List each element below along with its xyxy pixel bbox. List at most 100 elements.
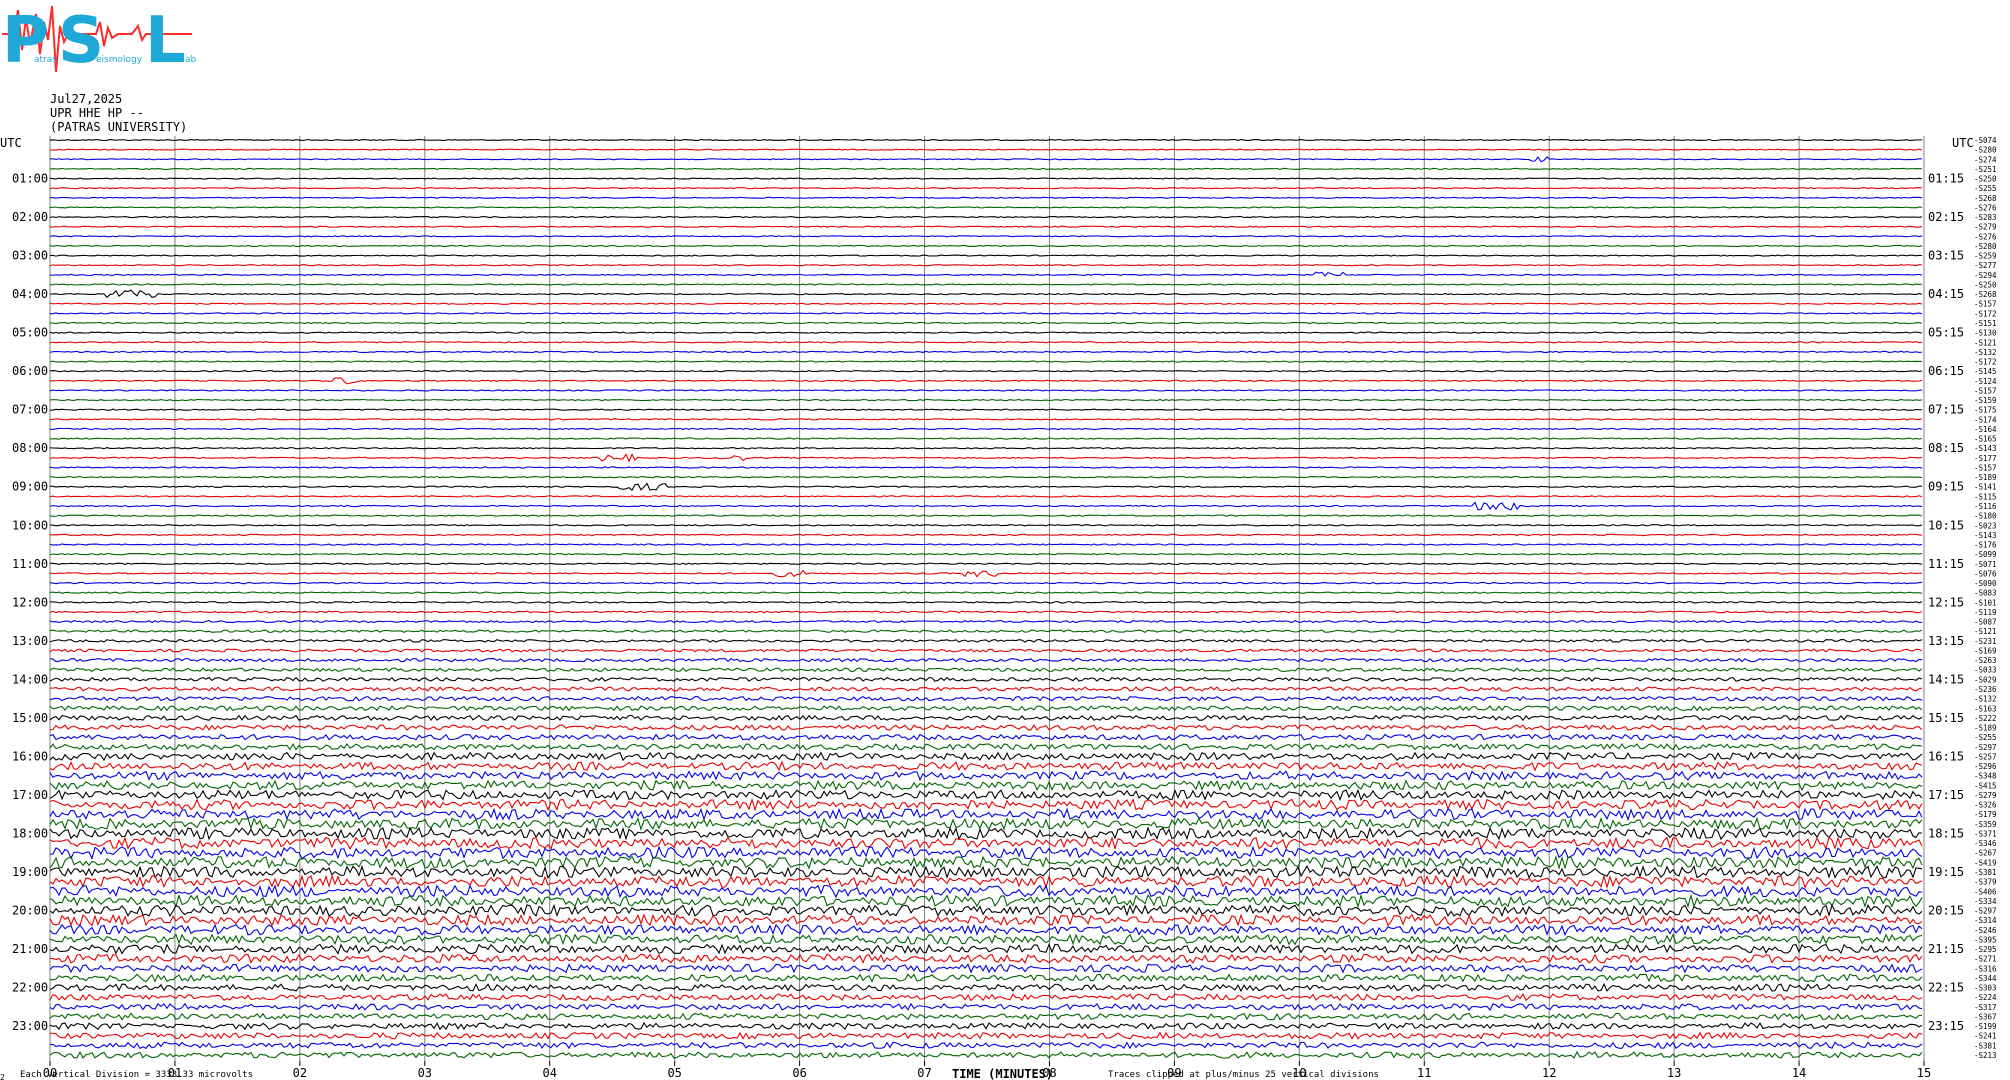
trace-offset-label: -S276 — [1974, 232, 1997, 241]
x-tick-label: 12 — [1542, 1066, 1556, 1080]
trace-line — [49, 562, 1923, 565]
trace-line — [49, 302, 1923, 305]
trace-offset-label: -S415 — [1974, 781, 1997, 790]
left-hour-label: 21:00 — [12, 942, 48, 956]
trace-offset-label: -S251 — [1974, 165, 1997, 174]
trace-offset-label: -S231 — [1974, 637, 1997, 646]
trace-line — [49, 187, 1923, 190]
left-hour-label: 09:00 — [12, 480, 48, 494]
x-axis-title: TIME (MINUTES) — [952, 1067, 1053, 1080]
trace-offset-label: -S250 — [1974, 175, 1997, 184]
right-hour-label: 05:15 — [1928, 326, 1964, 340]
trace-offset-label: -S257 — [1974, 752, 1997, 761]
trace-offset-label: -S174 — [1974, 415, 1997, 424]
trace-offset-label: -S381 — [1974, 1041, 1997, 1050]
trace-line — [49, 341, 1923, 344]
right-hour-label: 23:15 — [1928, 1019, 1964, 1033]
trace-line — [49, 501, 1923, 511]
station-code: UPR HHE HP -- — [50, 106, 144, 120]
trace-offset-labels: -S074-S280-S274-S251-S250-S255-S268-S276… — [1974, 136, 1997, 1060]
trace-line — [49, 963, 1923, 974]
right-hour-label: 11:15 — [1928, 557, 1964, 571]
trace-line — [49, 993, 1923, 1002]
trace-line — [49, 638, 1923, 643]
trace-offset-label: -S151 — [1974, 319, 1997, 328]
trace-line — [49, 148, 1923, 151]
right-hour-label: 07:15 — [1928, 403, 1964, 417]
trace-offset-label: -S130 — [1974, 329, 1997, 338]
trace-line — [49, 389, 1923, 392]
right-hour-label: 21:15 — [1928, 942, 1964, 956]
trace-line — [49, 196, 1923, 199]
trace-offset-label: -S255 — [1974, 733, 1997, 742]
trace-offset-label: -S359 — [1974, 820, 1997, 829]
trace-line — [49, 816, 1923, 832]
seismic-traces — [49, 138, 1923, 1059]
plot-date: Jul27,2025 — [50, 92, 122, 106]
x-tick-label: 11 — [1417, 1066, 1431, 1080]
trace-line — [49, 524, 1923, 527]
trace-line — [49, 1012, 1923, 1021]
left-hour-label: 18:00 — [12, 826, 48, 840]
trace-offset-label: -S334 — [1974, 897, 1997, 906]
right-hour-label: 02:15 — [1928, 210, 1964, 224]
trace-line — [49, 360, 1923, 363]
left-hour-label: 07:00 — [12, 403, 48, 417]
trace-line — [49, 807, 1923, 822]
trace-line — [49, 826, 1923, 841]
trace-offset-label: -S259 — [1974, 252, 1997, 261]
trace-line — [49, 475, 1923, 479]
left-hour-label: 10:00 — [12, 518, 48, 532]
trace-line — [49, 845, 1923, 860]
psl-logo: P S L atras eismology ab — [2, 4, 197, 78]
trace-offset-label: -S371 — [1974, 829, 1997, 838]
right-hour-labels: 01:15 02:15 03:15 04:15 05:15 06:15 07:15 08:15… — [1928, 172, 1964, 1034]
trace-offset-label: -S033 — [1974, 666, 1997, 675]
trace-offset-label: -S406 — [1974, 887, 1997, 896]
left-hour-label: 02:00 — [12, 210, 48, 224]
trace-line — [49, 447, 1923, 450]
trace-line — [49, 864, 1923, 880]
left-hour-label: 13:00 — [12, 634, 48, 648]
trace-offset-label: -S213 — [1974, 1051, 1997, 1060]
trace-line — [49, 466, 1923, 469]
trace-offset-label: -S296 — [1974, 762, 1997, 771]
trace-offset-label: -S172 — [1974, 358, 1997, 367]
trace-offset-label: -S263 — [1974, 656, 1997, 665]
trace-line — [49, 408, 1923, 411]
trace-line — [49, 942, 1923, 955]
trace-offset-label: -S268 — [1974, 194, 1997, 203]
trace-offset-label: -S145 — [1974, 367, 1997, 376]
left-hour-label: 14:00 — [12, 672, 48, 686]
trace-offset-label: -S295 — [1974, 945, 1997, 954]
trace-offset-label: -S271 — [1974, 955, 1997, 964]
trace-line — [49, 533, 1923, 537]
trace-offset-label: -S246 — [1974, 926, 1997, 935]
trace-offset-label: -S283 — [1974, 213, 1997, 222]
trace-offset-label: -S143 — [1974, 531, 1997, 540]
left-hour-label: 20:00 — [12, 904, 48, 918]
trace-offset-label: -S379 — [1974, 878, 1997, 887]
trace-offset-label: -S121 — [1974, 627, 1997, 636]
right-hour-label: 14:15 — [1928, 672, 1964, 686]
trace-line — [49, 177, 1923, 180]
trace-offset-label: -S381 — [1974, 868, 1997, 877]
trace-line — [49, 156, 1923, 163]
right-hour-label: 06:15 — [1928, 364, 1964, 378]
trace-line — [49, 569, 1923, 578]
trace-offset-label: -S277 — [1974, 261, 1997, 270]
left-utc-title: UTC — [0, 136, 22, 150]
trace-line — [49, 514, 1923, 517]
trace-line — [49, 1050, 1923, 1059]
trace-offset-label: -S189 — [1974, 724, 1997, 733]
trace-offset-label: -S279 — [1974, 791, 1997, 800]
right-hour-label: 13:15 — [1928, 634, 1964, 648]
trace-offset-label: -S280 — [1974, 242, 1997, 251]
trace-offset-label: -S199 — [1974, 1022, 1997, 1031]
left-hour-label: 03:00 — [12, 249, 48, 263]
x-tick-label: 06 — [792, 1066, 806, 1080]
trace-offset-label: -S169 — [1974, 646, 1997, 655]
trace-line — [49, 797, 1923, 812]
trace-line — [49, 1021, 1923, 1031]
right-hour-label: 03:15 — [1928, 249, 1964, 263]
